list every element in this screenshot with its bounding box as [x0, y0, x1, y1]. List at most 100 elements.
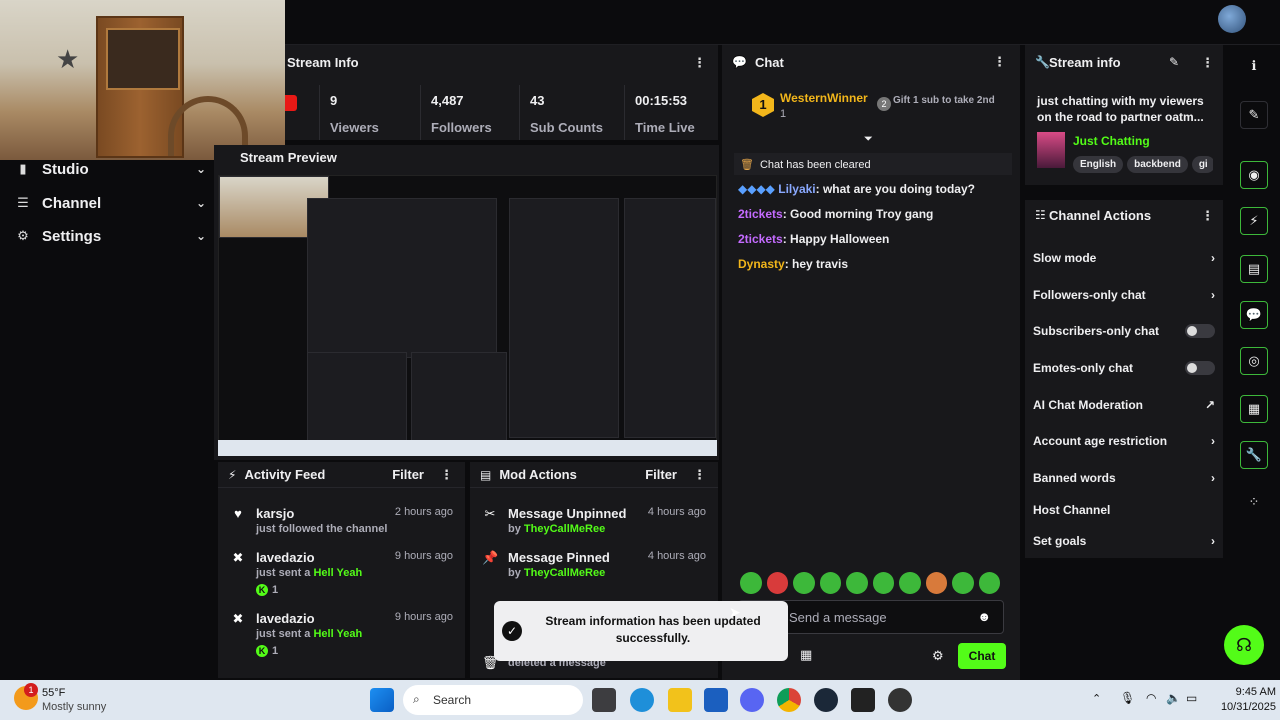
broadcast-icon[interactable]: ◎ — [1240, 347, 1268, 375]
live-badge — [285, 95, 297, 111]
chrome-icon[interactable] — [777, 688, 801, 712]
channel-actions-menu-icon[interactable]: ⋮ — [1201, 208, 1214, 224]
store-icon[interactable]: ▦ — [800, 647, 812, 663]
emote-icon[interactable] — [846, 572, 868, 594]
weather-temp[interactable]: 55°F — [42, 687, 65, 699]
action-account-age[interactable]: Account age restriction › — [1033, 430, 1215, 452]
category-name[interactable]: Just Chatting — [1073, 134, 1150, 148]
clock-date[interactable]: 10/31/2025 — [1210, 701, 1276, 713]
top-gifter-name[interactable]: WesternWinner — [780, 91, 868, 105]
collapse-icon[interactable]: ⏷ — [864, 133, 873, 146]
task-view-icon[interactable] — [592, 688, 616, 712]
app-icon[interactable] — [851, 688, 875, 712]
emote-icon[interactable] — [925, 572, 947, 594]
nav-item-settings[interactable]: ⚙ Settings ⌄ — [16, 224, 206, 248]
document-icon[interactable]: ▤ — [1240, 255, 1268, 283]
apps-icon[interactable]: ⁘ — [1240, 489, 1268, 517]
action-subscribers-only[interactable]: Subscribers-only chat — [1033, 320, 1215, 342]
wrench-icon[interactable]: 🔧 — [1240, 441, 1268, 469]
nav-item-channel[interactable]: ☰ Channel ⌄ — [16, 191, 206, 215]
stats-title: Stream Info — [287, 55, 359, 70]
chat-username[interactable]: 2tickets — [738, 232, 783, 246]
camera-icon[interactable]: ◉ — [1240, 161, 1268, 189]
action-ai-moderation[interactable]: AI Chat Moderation ↗ — [1033, 394, 1215, 416]
mouse-cursor: ➤ — [729, 604, 741, 620]
support-headset-button[interactable]: ☊ — [1224, 625, 1264, 665]
category-thumbnail[interactable] — [1037, 132, 1065, 168]
user-avatar[interactable] — [1218, 5, 1246, 33]
mod-menu-icon[interactable]: ⋮ — [693, 467, 706, 483]
bolt-icon[interactable]: ⚡ — [1240, 207, 1268, 235]
subscribers-only-toggle[interactable] — [1185, 324, 1215, 338]
stream-info-menu-icon[interactable]: ⋮ — [1201, 55, 1214, 71]
mod-user[interactable]: TheyCallMeRee — [524, 567, 605, 579]
activity-user[interactable]: lavedazio — [256, 550, 315, 565]
action-set-goals[interactable]: Set goals › — [1033, 530, 1215, 552]
mod-filter-button[interactable]: Filter — [645, 467, 677, 482]
activity-menu-icon[interactable]: ⋮ — [440, 467, 453, 483]
emotes-only-toggle[interactable] — [1185, 361, 1215, 375]
chat-settings-icon[interactable]: ⚙ — [932, 648, 944, 664]
chat-cleared-text: Chat has been cleared — [759, 159, 871, 171]
edit-icon[interactable]: ✎ — [1240, 101, 1268, 129]
volume-icon[interactable]: 🔈 — [1166, 691, 1181, 705]
gift-prompt[interactable]: Gift 1 sub to take 2nd — [893, 95, 1003, 106]
search-icon: ⌕ — [413, 692, 420, 706]
emote-icon[interactable] — [793, 572, 815, 594]
edit-icon[interactable]: ✎ — [1169, 55, 1179, 69]
discord-icon[interactable] — [740, 688, 764, 712]
chat-username[interactable]: Lilyaki — [778, 182, 815, 196]
nav-label: Settings — [42, 227, 102, 245]
file-explorer-icon[interactable] — [668, 688, 692, 712]
action-emotes-only[interactable]: Emotes-only chat — [1033, 357, 1215, 379]
nav-item-studio[interactable]: ▮ Studio ⌄ — [16, 157, 206, 181]
edge-icon[interactable] — [630, 688, 654, 712]
wifi-icon[interactable]: ◠ — [1146, 691, 1156, 705]
emote-icon[interactable] — [740, 572, 762, 594]
windows-start-icon[interactable] — [370, 688, 394, 712]
activity-user[interactable]: lavedazio — [256, 611, 315, 626]
activity-filter-button[interactable]: Filter — [392, 467, 424, 482]
chat-send-button[interactable]: Chat — [958, 643, 1006, 669]
obs-icon[interactable] — [888, 688, 912, 712]
nav-label: Studio — [42, 160, 89, 178]
emote-icon[interactable] — [899, 572, 921, 594]
activity-time: 2 hours ago — [394, 506, 453, 518]
tag-chip[interactable]: English — [1073, 156, 1124, 173]
chat-icon[interactable]: 💬 — [1240, 301, 1268, 329]
chevron-up-icon[interactable]: ⌃ — [1092, 692, 1101, 705]
emote-icon[interactable] — [978, 572, 1000, 594]
weather-badge: 1 — [24, 683, 38, 697]
chat-menu-icon[interactable]: ⋮ — [993, 54, 1006, 70]
chat-username[interactable]: Dynasty — [738, 257, 785, 271]
mod-view-icon[interactable]: ▦ — [1240, 395, 1268, 423]
clock-time[interactable]: 9:45 AM — [1222, 686, 1276, 698]
stats-menu-icon[interactable]: ⋮ — [693, 55, 706, 71]
activity-desc: just sent a — [256, 567, 311, 579]
steam-icon[interactable] — [814, 688, 838, 712]
chat-message: 2tickets: Happy Halloween — [738, 232, 889, 246]
mod-user[interactable]: TheyCallMeRee — [524, 523, 605, 535]
activity-user[interactable]: karsjo — [256, 506, 294, 521]
emoji-icon[interactable]: ☻ — [977, 609, 991, 624]
taskbar-search[interactable]: ⌕ Search — [403, 685, 583, 715]
emote-icon[interactable] — [952, 572, 974, 594]
action-slow-mode[interactable]: Slow mode › — [1033, 247, 1215, 269]
emote-icon[interactable] — [872, 572, 894, 594]
tag-chip[interactable]: backbend — [1127, 156, 1188, 173]
mod-badge-icon: ◆◆◆◆ — [738, 182, 775, 196]
tag-chip[interactable]: gi — [1191, 156, 1213, 173]
store-icon[interactable] — [704, 688, 728, 712]
emote-icon[interactable] — [766, 572, 788, 594]
info-icon[interactable]: ℹ — [1240, 53, 1268, 81]
action-followers-only[interactable]: Followers-only chat › — [1033, 284, 1215, 306]
microphone-icon[interactable]: 🎙 — [1120, 691, 1135, 705]
action-banned-words[interactable]: Banned words › — [1033, 467, 1215, 489]
list-icon: ☰ — [17, 195, 29, 210]
emote-icon[interactable] — [819, 572, 841, 594]
chat-username[interactable]: 2tickets — [738, 207, 783, 221]
gear-icon: ⚙ — [17, 228, 29, 243]
stream-preview-video[interactable] — [218, 175, 717, 456]
action-host-channel[interactable]: Host Channel — [1033, 499, 1215, 521]
battery-icon[interactable]: ▭ — [1186, 691, 1197, 705]
